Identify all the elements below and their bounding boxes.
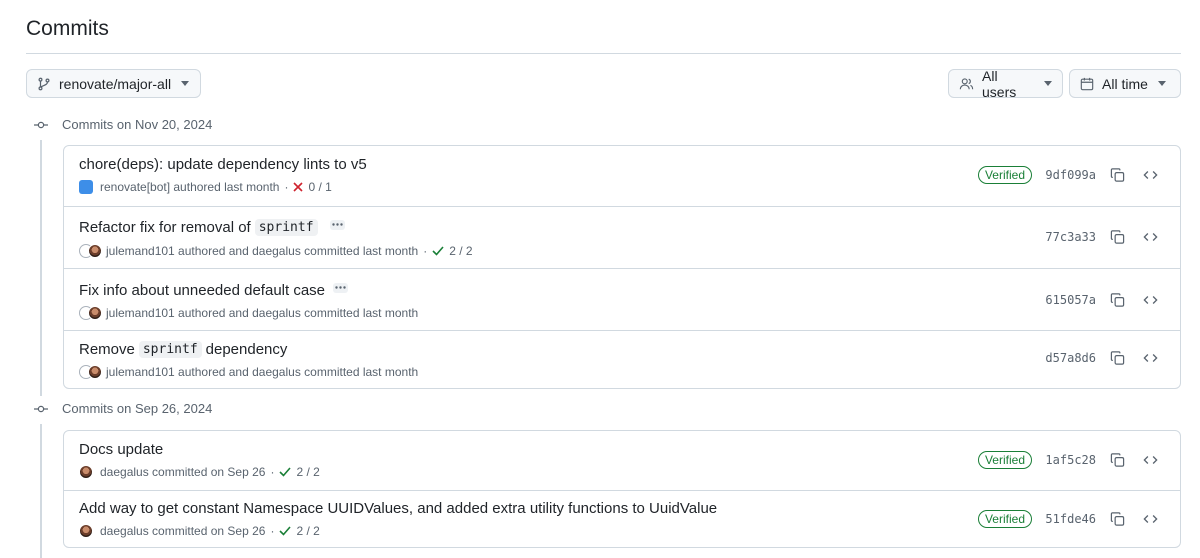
commit-author-text: julemand101 authored and daegalus commit… [106, 244, 419, 258]
commit-row[interactable]: Add way to get constant Namespace UUIDVa… [64, 490, 1180, 547]
commit-row[interactable]: Refactor fix for removal of sprintf julem… [64, 206, 1180, 268]
checks-status[interactable]: 2 / 2 [432, 244, 473, 258]
commit-sha[interactable]: 1af5c28 [1045, 453, 1096, 467]
code-icon[interactable] [1143, 351, 1158, 365]
avatar[interactable] [79, 465, 93, 479]
commit-meta: julemand101 authored and daegalus commit… [79, 306, 418, 320]
expand-message-button[interactable] [333, 282, 349, 293]
time-label: All time [1102, 75, 1148, 92]
calendar-icon [1080, 77, 1094, 90]
avatar[interactable] [88, 365, 102, 379]
commit-message[interactable]: Refactor fix for removal of sprintf [79, 219, 345, 236]
avatar[interactable] [88, 244, 102, 258]
verified-badge[interactable]: Verified [977, 451, 1032, 469]
timeline-line [40, 424, 42, 558]
checks-status[interactable]: 0 / 1 [293, 180, 332, 194]
inline-code: sprintf [138, 341, 202, 358]
check-icon [432, 246, 444, 256]
commits-page: Commits renovate/major-all All users All… [26, 0, 1181, 558]
commit-row[interactable]: Remove sprintf dependency julemand101 auth… [64, 330, 1180, 388]
commit-node-icon [34, 121, 48, 128]
title-divider [26, 53, 1181, 54]
code-icon[interactable] [1143, 168, 1158, 182]
git-branch-icon [38, 77, 50, 90]
expand-message-button[interactable] [329, 219, 345, 230]
commit-message[interactable]: Fix info about unneeded default case [79, 282, 349, 299]
x-icon [293, 182, 304, 192]
users-filter-button[interactable]: All users [948, 67, 1063, 100]
verified-badge[interactable]: Verified [977, 166, 1032, 184]
checks-status[interactable]: 2 / 2 [279, 524, 320, 538]
commit-row[interactable]: Fix info about unneeded default case jul… [64, 268, 1180, 330]
group-date: Commits on Nov 20, 2024 [62, 117, 213, 132]
commit-meta: daegalus committed on Sep 26 · 2 / 2 [79, 465, 320, 479]
check-icon [279, 467, 292, 477]
verified-badge[interactable]: Verified [977, 510, 1032, 528]
copy-icon[interactable] [1110, 350, 1125, 366]
branch-label: renovate/major-all [59, 75, 172, 92]
commit-list: Docs update daegalus committed on Sep 26… [63, 430, 1181, 548]
chevron-down-icon [1157, 81, 1166, 86]
commit-author-text: julemand101 authored and daegalus commit… [106, 365, 419, 379]
commit-list: chore(deps): update dependency lints to … [63, 145, 1181, 389]
timeline-line [40, 140, 42, 396]
code-icon[interactable] [1143, 512, 1158, 526]
code-icon[interactable] [1143, 293, 1158, 307]
code-icon[interactable] [1143, 230, 1158, 244]
page-title: Commits [26, 17, 109, 40]
commit-node-icon [34, 405, 48, 412]
commit-row[interactable]: chore(deps): update dependency lints to … [64, 146, 1180, 206]
commit-message[interactable]: chore(deps): update dependency lints to … [79, 156, 367, 173]
commit-group-heading: Commits on Nov 20, 2024 [34, 117, 212, 132]
code-icon[interactable] [1143, 453, 1158, 467]
commit-sha[interactable]: d57a8d6 [1045, 351, 1096, 365]
inline-code: sprintf [254, 219, 318, 236]
users-label: All users [982, 67, 1017, 100]
copy-icon[interactable] [1110, 511, 1125, 527]
group-date: Commits on Sep 26, 2024 [62, 401, 213, 416]
commit-sha[interactable]: 51fde46 [1045, 512, 1096, 526]
commit-group-heading: Commits on Sep 26, 2024 [34, 401, 212, 416]
commit-meta: daegalus committed on Sep 26 · 2 / 2 [79, 524, 320, 538]
commit-sha[interactable]: 9df099a [1045, 168, 1096, 182]
checks-status[interactable]: 2 / 2 [279, 465, 320, 479]
commit-sha[interactable]: 615057a [1045, 293, 1096, 307]
copy-icon[interactable] [1110, 292, 1125, 308]
commit-meta: julemand101 authored and daegalus commit… [79, 244, 473, 258]
check-icon [279, 526, 292, 536]
time-filter-button[interactable]: All time [1069, 69, 1181, 98]
avatar[interactable] [88, 306, 102, 320]
commit-message[interactable]: Docs update [79, 441, 163, 458]
commit-author-text: julemand101 authored and daegalus commit… [106, 306, 419, 320]
avatar[interactable] [79, 524, 93, 538]
commit-message[interactable]: Add way to get constant Namespace UUIDVa… [79, 500, 717, 517]
branch-selector-button[interactable]: renovate/major-all [26, 69, 201, 98]
commit-author-text: daegalus committed on Sep 26 [100, 465, 266, 479]
commit-meta: julemand101 authored and daegalus commit… [79, 365, 418, 379]
copy-icon[interactable] [1110, 452, 1125, 468]
commit-author-text: renovate[bot] authored last month [100, 180, 280, 194]
commit-author-text: daegalus committed on Sep 26 [100, 524, 266, 538]
copy-icon[interactable] [1110, 229, 1125, 245]
commit-sha[interactable]: 77c3a33 [1045, 230, 1096, 244]
people-icon [959, 77, 974, 89]
chevron-down-icon [1044, 81, 1052, 86]
commit-message[interactable]: Remove sprintf dependency [79, 341, 287, 358]
bot-avatar[interactable] [79, 180, 93, 194]
commit-row[interactable]: Docs update daegalus committed on Sep 26… [64, 431, 1180, 490]
chevron-down-icon [181, 81, 190, 86]
commit-meta: renovate[bot] authored last month · 0 / … [79, 180, 332, 194]
copy-icon[interactable] [1110, 167, 1125, 183]
